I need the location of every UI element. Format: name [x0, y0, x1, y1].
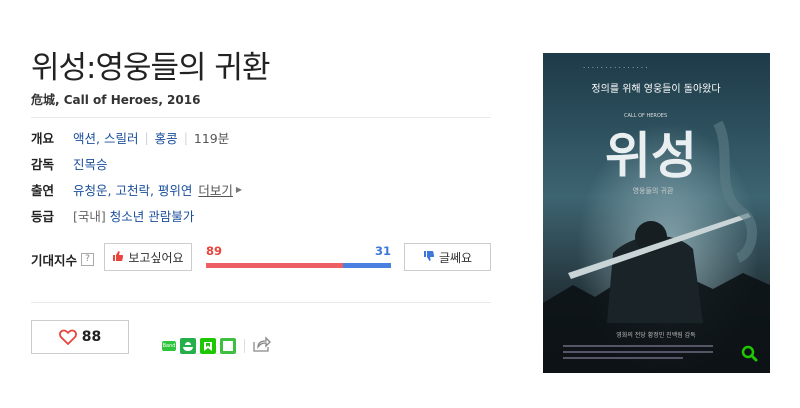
overview-label: 개요: [31, 131, 55, 146]
cafe-icon[interactable]: [220, 338, 236, 354]
chevron-right-icon: ▶: [235, 185, 243, 194]
heart-icon: [58, 329, 77, 345]
info-cast: 출연 유청운, 고천락, 평위연 더보기 ▶: [31, 180, 242, 199]
thumbs-down-icon: [423, 250, 435, 265]
poster-subtitle: 영웅들의 귀환: [633, 186, 674, 195]
poster-credits: 영화의 전당 황정민 진백림 감독: [616, 331, 696, 339]
svg-text:· · · · · · · · · · · · · · ·: · · · · · · · · · · · · · · ·: [583, 64, 648, 72]
more-cast-link[interactable]: 더보기: [198, 180, 233, 199]
rating-grade-link[interactable]: 청소년 관람불가: [110, 206, 194, 225]
share-icon[interactable]: [253, 336, 271, 356]
dislike-bar: [343, 263, 391, 268]
poster-english-title: CALL OF HEROES: [624, 113, 667, 119]
movie-title: 위성:영웅들의 귀환: [31, 50, 270, 86]
expectation-label: 기대지수 ?: [31, 250, 95, 269]
kakaostory-icon[interactable]: [180, 338, 196, 354]
expectation-bar: [206, 263, 391, 268]
expectation-label-text: 기대지수: [31, 253, 78, 268]
want-to-see-button[interactable]: 보고싶어요: [104, 243, 192, 271]
separator: |: [183, 130, 188, 145]
band-icon[interactable]: Band: [162, 341, 176, 351]
director-label: 감독: [31, 157, 55, 172]
movie-subtitle: 危城, Call of Heroes, 2016: [31, 93, 201, 107]
genre-link[interactable]: 액션, 스릴러: [73, 128, 138, 147]
cast-label: 출연: [31, 183, 55, 198]
not-sure-button[interactable]: 글쎄요: [404, 243, 491, 271]
director-link[interactable]: 진목승: [73, 154, 108, 173]
info-overview: 개요 액션, 스릴러 | 홍콩 | 119분: [31, 128, 229, 147]
poster-tagline: 정의를 위해 영웅들이 돌아왔다: [591, 82, 720, 95]
favorite-button[interactable]: 88: [31, 320, 129, 354]
favorite-count: 88: [81, 329, 102, 345]
divider-bottom: [31, 302, 491, 303]
dislike-count: 31: [375, 244, 392, 258]
country-link[interactable]: 홍콩: [155, 128, 178, 147]
share-bar: Band: [162, 336, 271, 356]
not-sure-label: 글쎄요: [438, 250, 473, 265]
separator: |: [144, 130, 149, 145]
separator: [244, 339, 245, 353]
runtime: 119분: [193, 131, 230, 146]
like-count: 89: [206, 244, 223, 258]
want-to-see-label: 보고싶어요: [128, 250, 184, 265]
divider-top: [31, 117, 491, 118]
thumbs-up-icon: [112, 250, 124, 265]
like-bar: [206, 263, 343, 268]
rating-label: 등급: [31, 209, 55, 224]
rating-region: [국내]: [73, 209, 106, 224]
info-rating: 등급 [국내] 청소년 관람불가: [31, 206, 194, 225]
cast-links[interactable]: 유청운, 고천락, 평위연: [73, 180, 192, 199]
blog-icon[interactable]: [200, 338, 216, 354]
info-director: 감독 진목승: [31, 154, 108, 173]
movie-poster[interactable]: · · · · · · · · · · · · · · · 정의를 위해 영웅들…: [543, 53, 770, 373]
poster-title: 위성: [605, 127, 697, 185]
help-icon[interactable]: ?: [81, 253, 95, 266]
